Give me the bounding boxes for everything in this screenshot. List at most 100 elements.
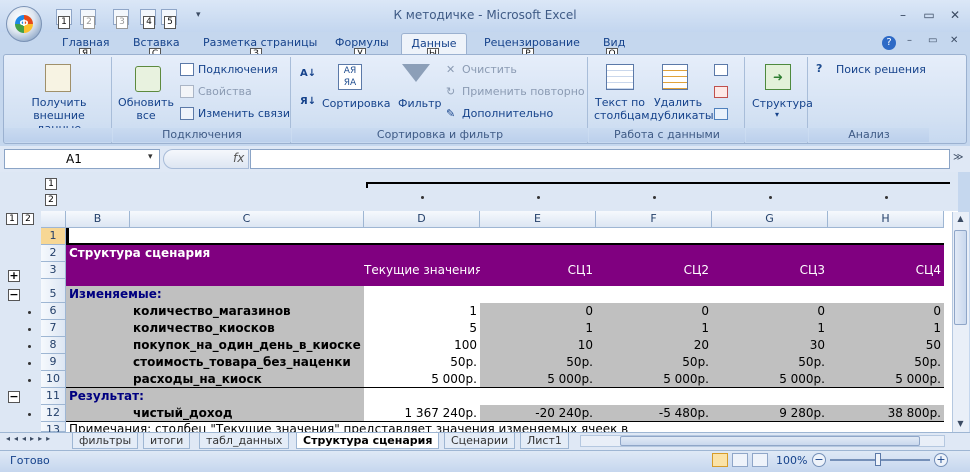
refresh-all-button[interactable]: Обновить все	[117, 96, 175, 122]
scenario-summary-title[interactable]: Структура сценария	[66, 245, 944, 262]
page-break-view-icon[interactable]	[752, 453, 768, 467]
value-e12[interactable]: -20 240р.	[480, 405, 596, 422]
column-header-b[interactable]: B	[66, 211, 130, 228]
label-goods-cost[interactable]: стоимость_товара_без_наценки	[133, 354, 364, 371]
zoom-level[interactable]: 100%	[776, 454, 807, 467]
value-f8[interactable]: 20	[596, 337, 712, 354]
horizontal-scroll-thumb[interactable]	[620, 436, 920, 446]
sheet-tab-totals[interactable]: итоги	[143, 433, 191, 449]
value-g12[interactable]: 9 280р.	[712, 405, 828, 422]
column-header-c[interactable]: C	[130, 211, 364, 228]
scenario-header-3[interactable]: СЦ3	[712, 262, 828, 279]
minimize-icon[interactable]: –	[896, 8, 910, 22]
zoom-out-icon[interactable]: −	[812, 453, 826, 467]
row-header-10[interactable]: 10	[41, 371, 66, 388]
doc-restore-icon[interactable]: ▭	[928, 35, 937, 46]
sheet-tab-filters[interactable]: фильтры	[72, 433, 139, 449]
row-header-5[interactable]: 5	[41, 286, 66, 303]
value-e7[interactable]: 1	[480, 320, 596, 337]
result-label[interactable]: Результат:	[69, 389, 144, 403]
row-header-2[interactable]: 2	[41, 245, 66, 262]
value-f7[interactable]: 1	[596, 320, 712, 337]
value-d8[interactable]: 100	[364, 337, 480, 354]
properties-button[interactable]: Свойства	[198, 85, 252, 98]
value-d6[interactable]: 1	[364, 303, 480, 320]
data-validation-icon[interactable]	[714, 64, 728, 76]
label-stores-count[interactable]: количество_магазинов	[133, 303, 364, 320]
label-kiosk-expenses[interactable]: расходы_на_киоск	[133, 371, 364, 388]
row-header-9[interactable]: 9	[41, 354, 66, 371]
scenario-header-2[interactable]: СЦ2	[596, 262, 712, 279]
cell-a1-selection[interactable]	[66, 228, 944, 245]
value-f6[interactable]: 0	[596, 303, 712, 320]
zoom-slider-thumb[interactable]	[875, 453, 881, 466]
scenario-header-4[interactable]: СЦ4	[828, 262, 944, 279]
value-e8[interactable]: 10	[480, 337, 596, 354]
outline-dropdown-icon[interactable]: ▾	[775, 110, 779, 119]
vertical-scroll-thumb[interactable]	[954, 230, 967, 325]
edit-links-button[interactable]: Изменить связи	[198, 107, 290, 120]
column-header-d[interactable]: D	[364, 211, 480, 228]
doc-minimize-icon[interactable]: –	[907, 35, 912, 46]
column-header-e[interactable]: E	[480, 211, 596, 228]
formula-input[interactable]	[250, 149, 950, 169]
normal-view-icon[interactable]	[712, 453, 728, 467]
scroll-down-icon[interactable]: ▼	[954, 419, 967, 431]
solver-button[interactable]: Поиск решения	[836, 63, 926, 76]
value-h10[interactable]: 5 000р.	[828, 371, 944, 388]
value-h7[interactable]: 1	[828, 320, 944, 337]
expand-row-group-icon[interactable]: +	[8, 270, 20, 282]
scenario-header-1[interactable]: СЦ1	[480, 262, 596, 279]
value-f10[interactable]: 5 000р.	[596, 371, 712, 388]
collapse-changing-group-icon[interactable]: −	[8, 289, 20, 301]
label-purchases-per-day[interactable]: покупок_на_один_день_в_киоске	[133, 337, 364, 354]
value-g6[interactable]: 0	[712, 303, 828, 320]
restore-icon[interactable]: ▭	[922, 8, 936, 22]
outline-button[interactable]: Структура	[752, 97, 813, 110]
value-h6[interactable]: 0	[828, 303, 944, 320]
column-header-g[interactable]: G	[712, 211, 828, 228]
row-header-11[interactable]: 11	[41, 388, 66, 405]
fx-icon[interactable]: fx	[233, 151, 244, 165]
select-all-corner[interactable]	[41, 211, 66, 228]
sheet-tab-sheet1[interactable]: Лист1	[520, 433, 569, 449]
advanced-filter-button[interactable]: Дополнительно	[462, 107, 553, 120]
col-outline-level-1[interactable]: 1	[45, 178, 57, 190]
doc-close-icon[interactable]: ✕	[950, 35, 958, 46]
close-icon[interactable]: ✕	[948, 8, 962, 22]
column-header-h[interactable]: H	[828, 211, 944, 228]
sheet-tab-scenarios[interactable]: Сценарии	[444, 433, 516, 449]
zoom-in-icon[interactable]: +	[934, 453, 948, 467]
row-header-8[interactable]: 8	[41, 337, 66, 354]
scroll-up-icon[interactable]: ▲	[954, 214, 967, 226]
filter-button[interactable]: Фильтр	[398, 97, 442, 110]
label-net-income[interactable]: чистый_доход	[133, 405, 364, 422]
column-header-f[interactable]: F	[596, 211, 712, 228]
expand-formula-icon[interactable]: ≫	[953, 152, 963, 163]
value-e10[interactable]: 5 000р.	[480, 371, 596, 388]
sheet-nav-icons[interactable]: ◂◂◂▸▸▸	[6, 434, 54, 443]
clear-button[interactable]: Очистить	[462, 63, 517, 76]
row-header-6[interactable]: 6	[41, 303, 66, 320]
changing-cells-label[interactable]: Изменяемые:	[69, 287, 162, 301]
name-box[interactable]	[4, 149, 160, 169]
text-to-columns-button[interactable]: Текст по столбцам	[594, 96, 650, 122]
remove-duplicates-button[interactable]: Удалить дубликаты	[650, 96, 714, 122]
value-h9[interactable]: 50р.	[828, 354, 944, 371]
row-header-12[interactable]: 12	[41, 405, 66, 422]
value-h12[interactable]: 38 800р.	[828, 405, 944, 422]
row-header-3[interactable]: 3	[41, 262, 66, 279]
value-d10[interactable]: 5 000р.	[364, 371, 480, 388]
value-d7[interactable]: 5	[364, 320, 480, 337]
office-button[interactable]: Ф	[6, 6, 42, 42]
what-if-icon[interactable]	[714, 108, 728, 120]
help-icon[interactable]: ?	[882, 36, 896, 50]
sort-button[interactable]: Сортировка	[322, 97, 391, 110]
value-g8[interactable]: 30	[712, 337, 828, 354]
current-values-header[interactable]: Текущие значения:	[364, 262, 480, 279]
value-d9[interactable]: 50р.	[364, 354, 480, 371]
notes-text[interactable]: Примечания: столбец "Текущие значения" п…	[69, 422, 629, 432]
sort-asc-icon[interactable]: A↓	[300, 68, 316, 79]
label-kiosks-count[interactable]: количество_киосков	[133, 320, 364, 337]
page-layout-view-icon[interactable]	[732, 453, 748, 467]
